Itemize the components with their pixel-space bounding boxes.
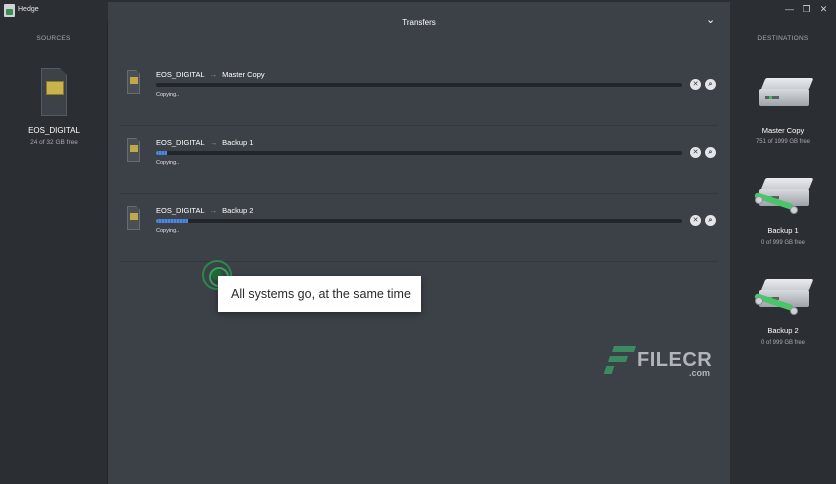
sd-card-chip	[130, 145, 138, 152]
watermark-suffix: .com	[689, 368, 711, 378]
arrow-right-icon: →	[209, 70, 218, 79]
transfer-row: EOS_DIGITAL → Backup 1 Copying.. ✕ ⌕	[120, 126, 718, 194]
maximize-button[interactable]: ❐	[802, 5, 811, 14]
cancel-icon[interactable]: ✕	[690, 79, 701, 90]
sd-card-icon	[127, 70, 140, 94]
destination-name[interactable]: Backup 1	[730, 226, 836, 235]
transfer-row: EOS_DIGITAL → Backup 2 Copying.. ✕ ⌕	[120, 194, 718, 262]
cancel-icon[interactable]: ✕	[690, 215, 701, 226]
transfer-route: EOS_DIGITAL → Master Copy	[156, 70, 265, 79]
hedge-app-icon	[4, 4, 15, 17]
destination-free-space: 751 of 1999 GB free	[755, 139, 811, 145]
window-controls: — ❐ ✕	[785, 5, 828, 14]
arrow-right-icon: →	[209, 206, 218, 215]
transfer-destination: Backup 1	[222, 138, 254, 147]
search-icon[interactable]: ⌕	[705, 147, 716, 158]
source-free-space: 24 of 32 GB free	[30, 139, 78, 146]
sources-panel: SOURCES EOS_DIGITAL 24 of 32 GB free	[0, 22, 108, 484]
sd-card-icon[interactable]	[41, 68, 67, 116]
watermark: FILECR .com	[603, 344, 712, 378]
minimize-button[interactable]: —	[785, 5, 794, 14]
arrow-right-icon: →	[209, 138, 218, 147]
sd-card-icon	[127, 138, 140, 162]
window-title: Hedge	[18, 6, 39, 13]
sd-card-icon	[127, 206, 140, 230]
transfer-destination: Backup 2	[222, 206, 254, 215]
filecr-logo-icon	[603, 344, 636, 376]
transfers-panel: Transfers ⌄ EOS_DIGITAL → Master Copy Copy…	[108, 2, 730, 484]
hard-drive-icon[interactable]	[757, 78, 814, 108]
transfer-row: EOS_DIGITAL → Master Copy Copying.. ✕ ⌕	[120, 58, 718, 126]
transfer-source: EOS_DIGITAL	[156, 138, 205, 147]
progress-fill	[156, 151, 167, 155]
transfer-status: Copying..	[156, 160, 180, 166]
close-button[interactable]: ✕	[819, 5, 828, 14]
onboarding-tooltip: All systems go, at the same time	[218, 276, 421, 312]
destination-free-space: 0 of 999 GB free	[760, 240, 806, 246]
transfer-source: EOS_DIGITAL	[156, 70, 205, 79]
sd-card-chip	[130, 77, 138, 84]
cancel-icon[interactable]: ✕	[690, 147, 701, 158]
sd-card-chip	[130, 213, 138, 220]
sd-card-chip	[46, 81, 64, 95]
network-drive-icon[interactable]	[754, 178, 814, 214]
destination-free-space: 0 of 999 GB free	[760, 340, 806, 346]
network-drive-icon[interactable]	[754, 279, 814, 315]
sources-label: SOURCES	[36, 35, 71, 42]
destination-name[interactable]: Master Copy	[730, 126, 836, 135]
transfers-title: Transfers	[402, 18, 436, 27]
transfer-destination: Master Copy	[222, 70, 265, 79]
transfer-route: EOS_DIGITAL → Backup 2	[156, 206, 253, 215]
destinations-panel: DESTINATIONS Master Copy 751 of 1999 GB …	[730, 22, 836, 484]
transfer-status: Copying..	[156, 92, 180, 98]
progress-bar	[156, 219, 682, 223]
transfer-status: Copying..	[156, 228, 180, 234]
progress-bar	[156, 83, 682, 87]
search-icon[interactable]: ⌕	[705, 215, 716, 226]
chevron-down-icon[interactable]: ⌄	[706, 15, 718, 26]
destination-name[interactable]: Backup 2	[730, 326, 836, 335]
progress-bar	[156, 151, 682, 155]
progress-fill	[156, 219, 188, 223]
destinations-label: DESTINATIONS	[757, 35, 809, 42]
transfer-route: EOS_DIGITAL → Backup 1	[156, 138, 253, 147]
source-name[interactable]: EOS_DIGITAL	[0, 126, 108, 135]
transfer-source: EOS_DIGITAL	[156, 206, 205, 215]
search-icon[interactable]: ⌕	[705, 79, 716, 90]
